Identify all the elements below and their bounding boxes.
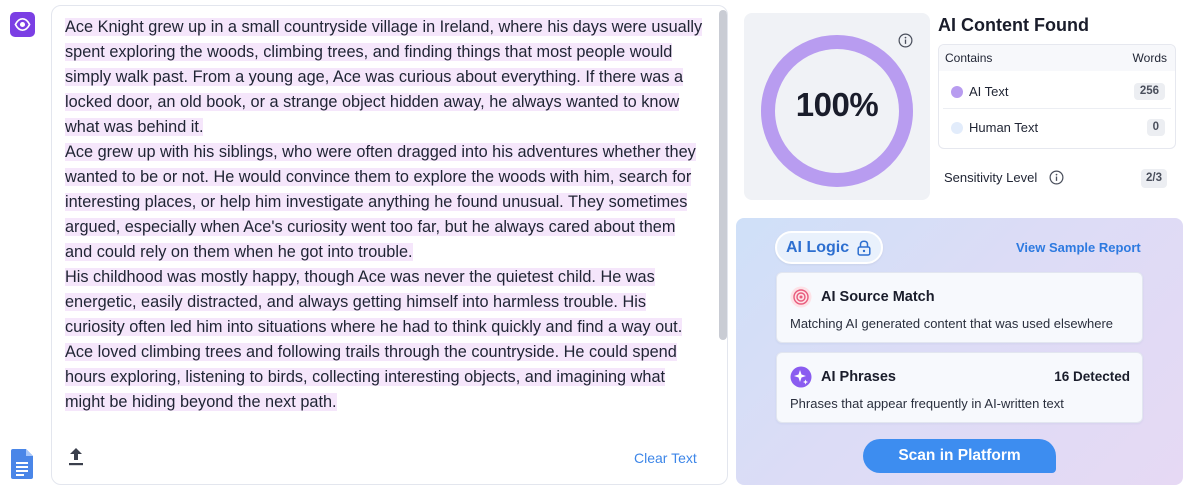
card-description: Phrases that appear frequently in AI-wri… xyxy=(790,396,1064,411)
upload-icon[interactable] xyxy=(68,447,84,467)
clear-text-button[interactable]: Clear Text xyxy=(634,450,697,466)
ai-percentage: 100% xyxy=(795,86,879,123)
paragraph-1: Ace Knight grew up in a small countrysid… xyxy=(65,18,703,136)
word-count-badge: 0 xyxy=(1146,119,1165,136)
text-editor[interactable]: Ace Knight grew up in a small countrysid… xyxy=(51,5,728,485)
lock-icon xyxy=(857,240,871,256)
paragraph-2: Ace grew up with his siblings, who were … xyxy=(65,143,696,261)
ai-score-gauge: 100% xyxy=(744,13,930,200)
ai-logic-badge: AI Logic xyxy=(775,231,883,264)
view-sample-report-link[interactable]: View Sample Report xyxy=(1016,240,1141,255)
ai-phrases-card[interactable]: AI Phrases 16 Detected Phrases that appe… xyxy=(776,352,1143,423)
row-label: Human Text xyxy=(969,120,1039,135)
header-words: Words xyxy=(1132,51,1167,65)
google-docs-icon[interactable] xyxy=(11,449,33,479)
paragraph-3: His childhood was mostly happy, though A… xyxy=(65,268,683,336)
scan-in-platform-button[interactable]: Scan in Platform xyxy=(863,439,1056,473)
row-label: AI Text xyxy=(969,84,1009,99)
app-root: Ace Knight grew up in a small countrysid… xyxy=(0,0,1188,491)
editor-content[interactable]: Ace Knight grew up in a small countrysid… xyxy=(65,15,705,427)
ai-logic-panel: AI Logic View Sample Report AI Source Ma… xyxy=(736,218,1183,485)
ai-text-dot xyxy=(951,86,963,98)
word-count-badge: 256 xyxy=(1133,83,1165,100)
header-contains: Contains xyxy=(945,51,993,65)
card-description: Matching AI generated content that was u… xyxy=(790,316,1114,331)
word-count-table: Contains Words AI Text 256 Human Text 0 xyxy=(938,44,1176,149)
paragraph-4: Ace loved climbing trees and following t… xyxy=(65,343,677,411)
ai-logic-title: AI Logic xyxy=(786,239,850,256)
sensitivity-label: Sensitivity Level xyxy=(944,170,1038,185)
left-rail xyxy=(0,0,44,491)
sensitivity-info-icon[interactable] xyxy=(1049,170,1064,185)
card-title: AI Phrases xyxy=(821,369,896,385)
sparkle-icon xyxy=(790,366,812,388)
ai-content-title: AI Content Found xyxy=(938,15,1089,35)
human-text-dot xyxy=(951,122,963,134)
sensitivity-value[interactable]: 2/3 xyxy=(1141,169,1167,188)
ai-source-match-card[interactable]: AI Source Match Matching AI generated co… xyxy=(776,272,1143,343)
table-row-human-text: Human Text 0 xyxy=(943,111,1171,145)
eye-icon[interactable] xyxy=(10,12,35,37)
detected-count: 16 Detected xyxy=(1054,369,1130,384)
card-title: AI Source Match xyxy=(821,289,935,305)
info-icon[interactable] xyxy=(898,33,913,48)
editor-scrollbar[interactable] xyxy=(719,10,727,340)
target-icon xyxy=(790,286,812,308)
table-row-ai-text: AI Text 256 xyxy=(943,75,1171,109)
